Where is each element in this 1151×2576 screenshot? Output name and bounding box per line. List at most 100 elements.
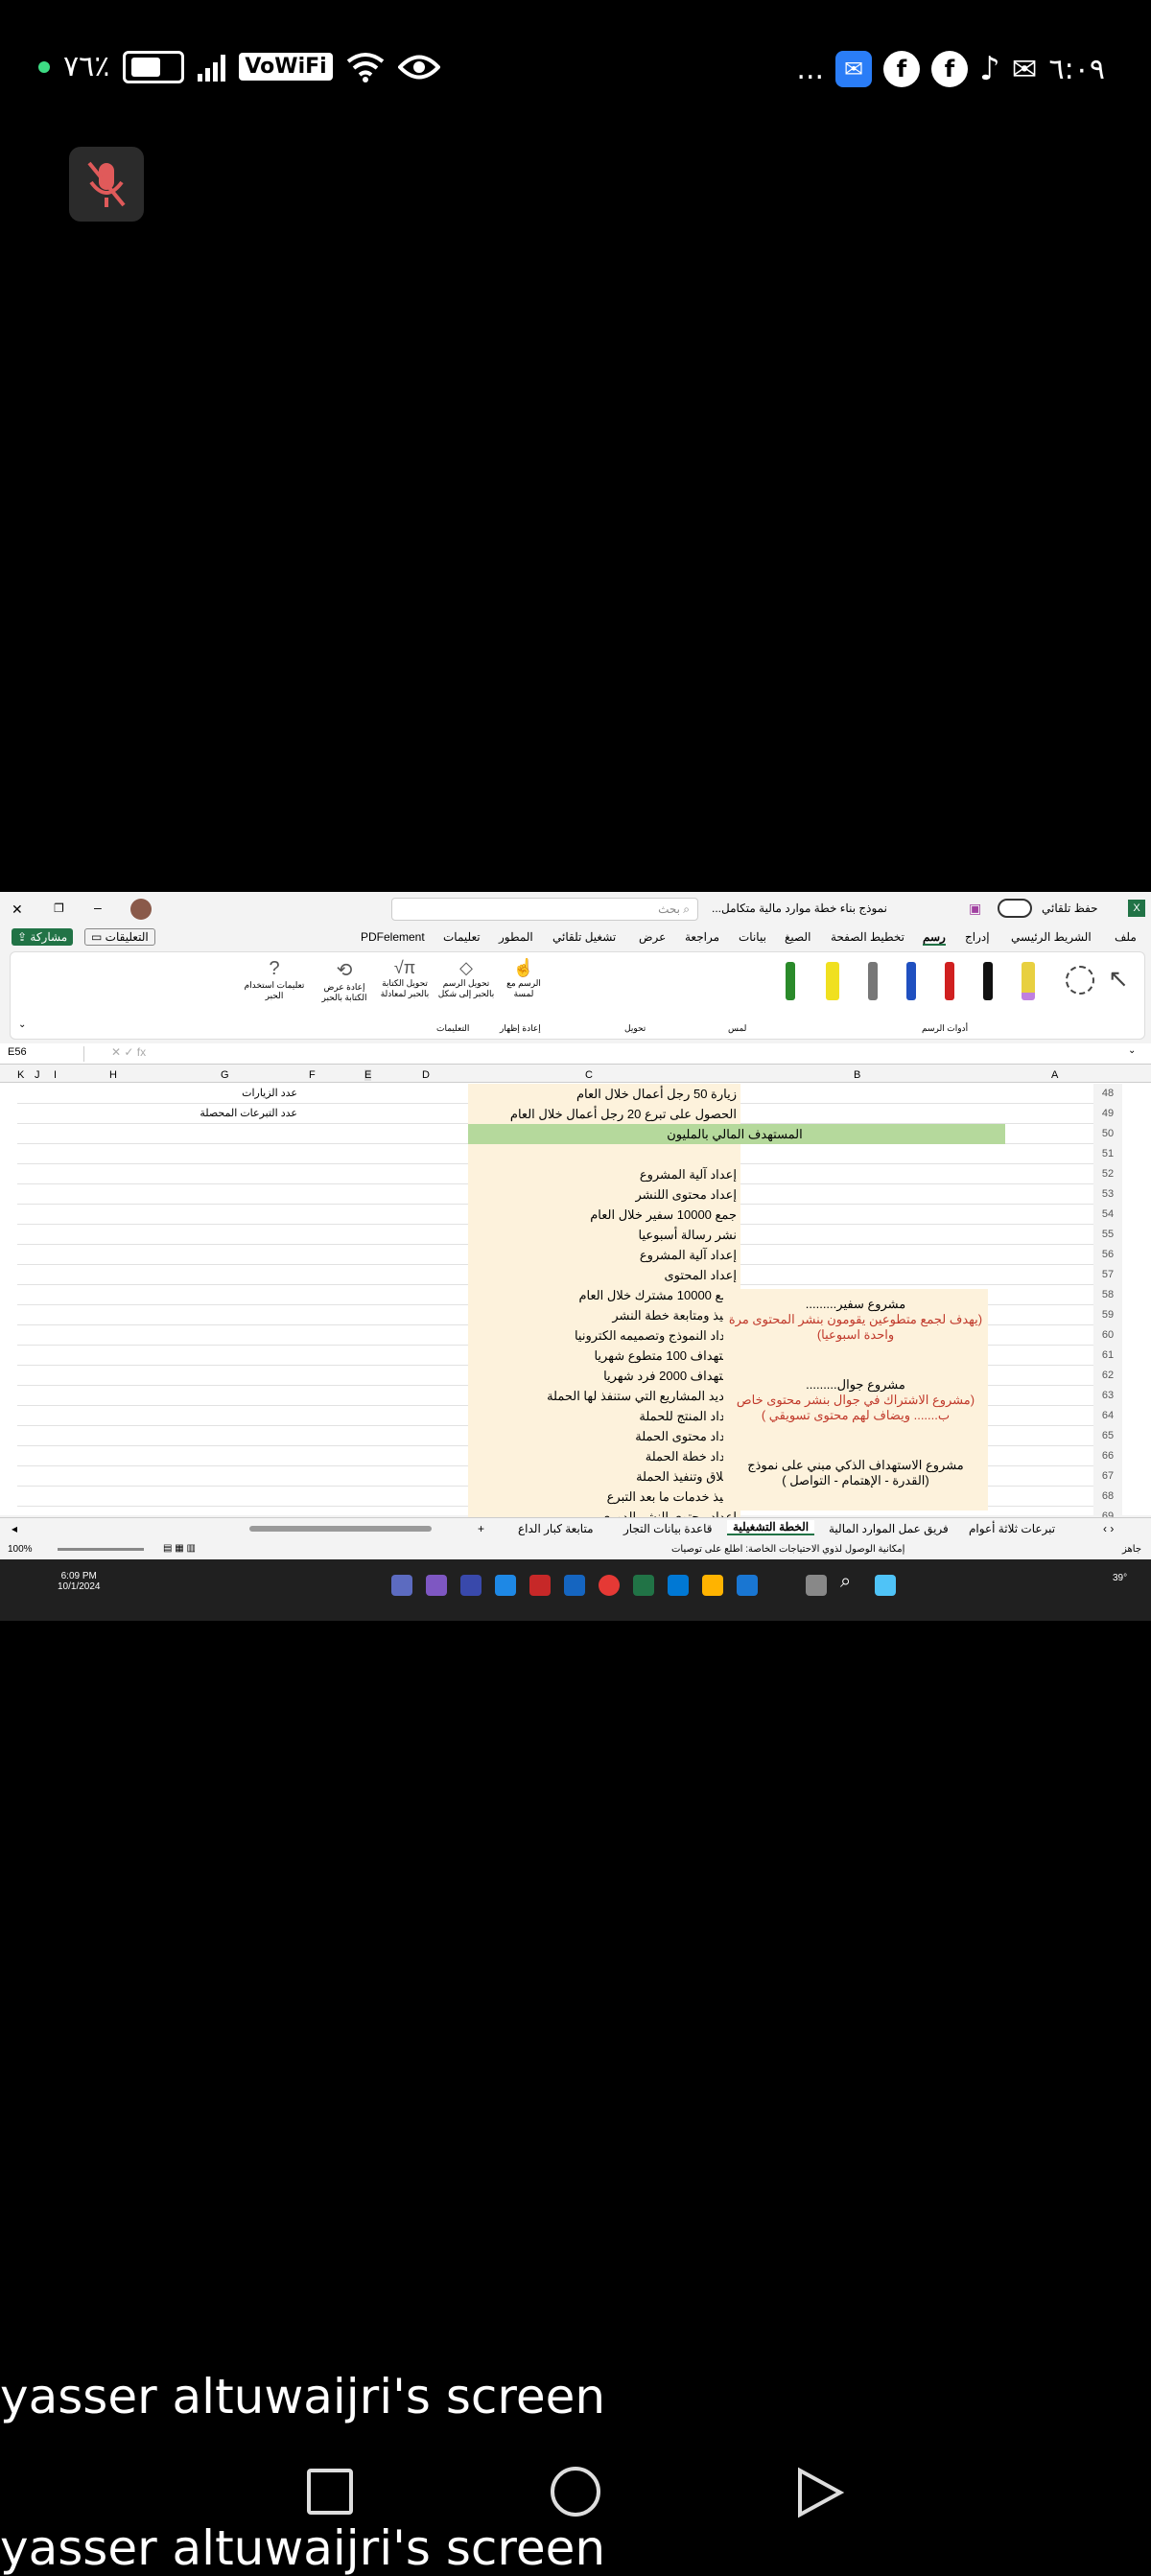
app-icon[interactable] (460, 1575, 482, 1596)
cell-c[interactable]: الحصول على تبرع 20 رجل أعمال خلال العام (468, 1104, 740, 1124)
row-number[interactable]: 63 (1093, 1386, 1122, 1406)
col-header-H[interactable]: H (109, 1069, 117, 1081)
task-view-icon[interactable] (806, 1575, 827, 1596)
cell-g[interactable] (178, 1245, 301, 1265)
col-header-I[interactable]: I (54, 1069, 57, 1081)
zoom-level[interactable]: 100% (8, 1544, 33, 1555)
row-number[interactable]: 68 (1093, 1487, 1122, 1507)
blue-pen-icon[interactable] (906, 962, 916, 1000)
comments-button[interactable]: ▭ التعليقات (84, 928, 155, 946)
table-row[interactable]: 54 جمع 10000 سفير خلال العام (17, 1205, 1122, 1225)
table-row[interactable]: 51 (17, 1144, 1122, 1164)
cell-g[interactable] (178, 1487, 301, 1507)
row-number[interactable]: 53 (1093, 1184, 1122, 1205)
cell-c[interactable]: استهداف 100 متطوع شهريا (468, 1346, 740, 1366)
cell-c[interactable]: إعداد المحتوى (468, 1265, 740, 1285)
store-icon[interactable] (737, 1575, 758, 1596)
search-box[interactable]: ⌕ بحث (391, 898, 698, 921)
outlook-icon[interactable] (495, 1575, 516, 1596)
excel-taskbar-icon[interactable] (633, 1575, 654, 1596)
cell-g[interactable] (178, 1305, 301, 1325)
autosave-toggle[interactable] (998, 899, 1032, 918)
table-row[interactable]: 55 نشر رسالة أسبوعيا (17, 1225, 1122, 1245)
cell-g[interactable] (178, 1406, 301, 1426)
table-row[interactable]: 48 زيارة 50 رجل أعمال خلال العام عدد الزيا… (17, 1084, 1122, 1104)
powerpoint-icon[interactable] (529, 1575, 551, 1596)
gray-pen-icon[interactable] (868, 962, 878, 1000)
row-number[interactable]: 52 (1093, 1164, 1122, 1184)
ink-help-button[interactable]: ? تعليمات استخدام الحبر (241, 958, 308, 1001)
minimize-icon[interactable]: – (94, 900, 102, 915)
taskbar-clock[interactable]: 6:09 PM 10/1/2024 (58, 1571, 101, 1592)
pencil-icon[interactable] (1022, 962, 1035, 1000)
cell-g[interactable] (178, 1325, 301, 1346)
cell-c[interactable]: تحديد المشاريع التي ستنفذ لها الحملة (468, 1386, 740, 1406)
chrome-icon[interactable] (599, 1575, 620, 1596)
tab-automate[interactable]: تشغيل تلقائي (552, 930, 616, 944)
row-number[interactable]: 62 (1093, 1366, 1122, 1386)
close-icon[interactable]: ✕ (12, 902, 23, 918)
cell-c[interactable]: إعداد المنتج للحملة (468, 1406, 740, 1426)
row-number[interactable]: 65 (1093, 1426, 1122, 1446)
cell-g[interactable] (178, 1164, 301, 1184)
tab-view[interactable]: عرض (639, 930, 666, 944)
red-pen-icon[interactable] (945, 962, 954, 1000)
cell-g[interactable] (178, 1184, 301, 1205)
tab-formulas[interactable]: الصيغ (785, 930, 810, 944)
cell-g[interactable] (178, 1346, 301, 1366)
back-button[interactable] (796, 2467, 844, 2518)
ink-to-math-button[interactable]: √π تحويل الكتابة بالحبر لمعادلة (375, 958, 435, 999)
tab-data[interactable]: بيانات (739, 930, 766, 944)
table-row[interactable]: 52 إعداد آلية المشروع (17, 1164, 1122, 1184)
sheet-tab[interactable]: متابعة كبار الداع (518, 1522, 594, 1535)
cell-c[interactable]: المستهدف المالي بالمليون (468, 1124, 1005, 1144)
row-number[interactable]: 51 (1093, 1144, 1122, 1164)
sheet-tab-active[interactable]: الخطة التشغيلية (727, 1520, 815, 1535)
cell-c[interactable]: إعداد النموذج وتصميمه الكترونيا (468, 1325, 740, 1346)
ink-to-shape-button[interactable]: ◇ تحويل الرسم بالحبر إلى شكل (436, 958, 496, 999)
mail-taskbar-icon[interactable] (668, 1575, 689, 1596)
row-number[interactable]: 49 (1093, 1104, 1122, 1124)
cell-g[interactable] (178, 1466, 301, 1487)
fx-icon[interactable]: ✕ ✓ fx (111, 1045, 146, 1059)
tab-review[interactable]: مراجعة (685, 930, 719, 944)
scroll-left-icon[interactable]: ◂ (12, 1522, 17, 1535)
cell-g[interactable] (178, 1144, 301, 1164)
cell-g[interactable] (178, 1265, 301, 1285)
windows-start-icon[interactable] (875, 1575, 896, 1596)
sheet-nav-icon[interactable]: ‹ › (1103, 1522, 1114, 1535)
row-number[interactable]: 55 (1093, 1225, 1122, 1245)
teams-icon[interactable] (391, 1575, 412, 1596)
col-header-F[interactable]: F (309, 1069, 316, 1081)
cell-c[interactable]: إعداد محتوى الحملة (468, 1426, 740, 1446)
tab-help[interactable]: تعليمات (443, 930, 481, 944)
table-row[interactable]: 49 الحصول على تبرع 20 رجل أعمال خلال العا… (17, 1104, 1122, 1124)
col-header-J[interactable]: J (35, 1069, 40, 1081)
smart-targeting-cell[interactable]: مشروع الاستهداف الذكي مبني على نموذج (ال… (723, 1450, 988, 1510)
cell-g[interactable]: عدد التبرعات المحصلة (178, 1104, 301, 1124)
row-number[interactable]: 64 (1093, 1406, 1122, 1426)
col-header-D[interactable]: D (422, 1069, 430, 1081)
green-pen-icon[interactable] (786, 962, 795, 1000)
row-number[interactable]: 61 (1093, 1346, 1122, 1366)
col-header-C[interactable]: C (585, 1069, 593, 1081)
row-number[interactable]: 48 (1093, 1084, 1122, 1104)
col-header-B[interactable]: B (854, 1069, 860, 1081)
expand-formula-icon[interactable]: ⌄ (1128, 1045, 1136, 1056)
row-number[interactable]: 67 (1093, 1466, 1122, 1487)
row-number[interactable]: 59 (1093, 1305, 1122, 1325)
table-row[interactable]: 50 المستهدف المالي بالمليون (17, 1124, 1122, 1144)
black-pen-icon[interactable] (983, 962, 993, 1000)
lasso-icon[interactable] (1066, 966, 1094, 995)
row-number[interactable]: 60 (1093, 1325, 1122, 1346)
cell-g[interactable] (178, 1446, 301, 1466)
ink-replay-button[interactable]: ⟲ إعادة عرض الكتابة بالحبر (316, 958, 373, 1003)
home-button[interactable] (551, 2467, 600, 2517)
file-explorer-icon[interactable] (702, 1575, 723, 1596)
row-number[interactable]: 54 (1093, 1205, 1122, 1225)
cell-g[interactable] (178, 1205, 301, 1225)
draw-with-touch-button[interactable]: ☝ الرسم مع لمسة (500, 958, 548, 999)
cell-c[interactable]: استهداف 2000 فرد شهريا (468, 1366, 740, 1386)
cell-c[interactable]: تنفيذ خدمات ما بعد التبرع (468, 1487, 740, 1507)
cell-g[interactable] (178, 1386, 301, 1406)
